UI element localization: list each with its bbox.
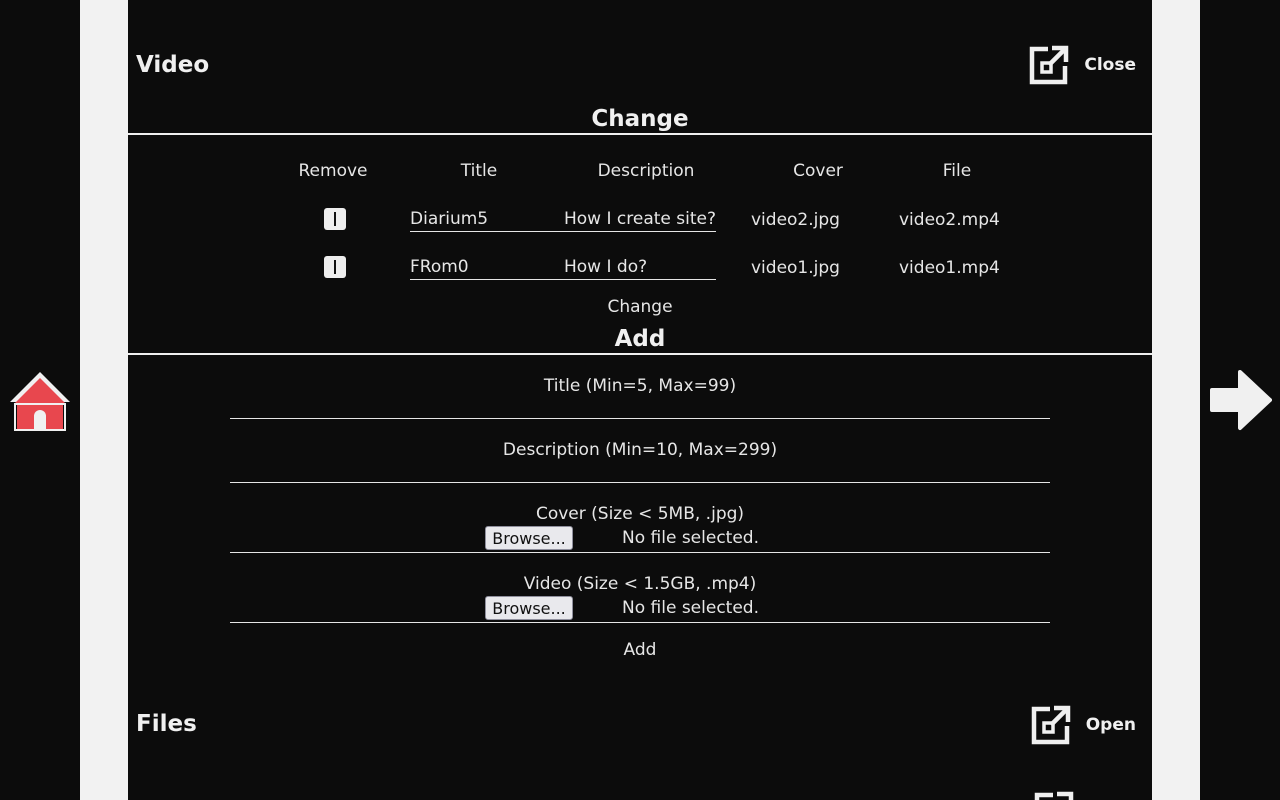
cover-browse-button[interactable]: Browse... <box>485 526 573 550</box>
row-file: video2.mp4 <box>899 210 1000 230</box>
video-browse-button[interactable]: Browse... <box>485 596 573 620</box>
row-cover: video1.jpg <box>751 258 840 278</box>
change-divider <box>128 133 1152 135</box>
video-divider <box>230 622 1050 623</box>
row-title-input[interactable]: FRom0 <box>410 257 469 277</box>
change-button[interactable]: Change <box>128 297 1152 317</box>
close-label: Close <box>1084 55 1136 75</box>
close-button[interactable]: Close <box>1028 44 1136 86</box>
open-label: Open <box>1085 715 1136 735</box>
left-gutter <box>80 0 128 800</box>
cover-file-status: No file selected. <box>622 528 759 548</box>
cover-field-label: Cover (Size < 5MB, .jpg) <box>535 504 745 524</box>
right-gutter <box>1152 0 1200 800</box>
add-heading: Add <box>614 326 666 352</box>
row-file: video1.mp4 <box>899 258 1000 278</box>
home-icon[interactable] <box>8 368 72 432</box>
add-button[interactable]: Add <box>128 640 1152 660</box>
external-link-icon[interactable] <box>1033 790 1075 800</box>
column-header-description: Description <box>597 161 695 181</box>
remove-checkbox[interactable] <box>324 208 346 230</box>
video-field-label: Video (Size < 1.5GB, .mp4) <box>523 574 757 594</box>
column-header-file: File <box>942 161 972 181</box>
row-description-input[interactable]: How I do? <box>564 257 647 277</box>
external-link-icon <box>1030 45 1069 85</box>
open-button[interactable]: Open <box>1030 704 1136 746</box>
external-link-icon <box>1031 705 1070 745</box>
row-title-input[interactable]: Diarium5 <box>410 209 488 229</box>
remove-checkbox[interactable] <box>324 256 346 278</box>
description-input[interactable] <box>230 482 1050 483</box>
cover-divider <box>230 552 1050 553</box>
column-header-title: Title <box>460 161 498 181</box>
title-input[interactable] <box>230 418 1050 419</box>
row-cover: video2.jpg <box>751 210 840 230</box>
title-field-label: Title (Min=5, Max=99) <box>543 376 737 396</box>
row-description-input[interactable]: How I create site? <box>564 209 716 229</box>
change-heading: Change <box>591 106 689 132</box>
arrow-right-icon[interactable] <box>1208 368 1272 432</box>
column-header-cover: Cover <box>793 161 843 181</box>
description-field-label: Description (Min=10, Max=299) <box>502 440 778 460</box>
column-header-remove: Remove <box>298 161 368 181</box>
main-panel: Video Close Change Remove Title Descript… <box>128 0 1152 800</box>
video-file-status: No file selected. <box>622 598 759 618</box>
files-section-title: Files <box>136 711 197 737</box>
video-section-title: Video <box>136 52 210 78</box>
add-divider <box>128 353 1152 355</box>
